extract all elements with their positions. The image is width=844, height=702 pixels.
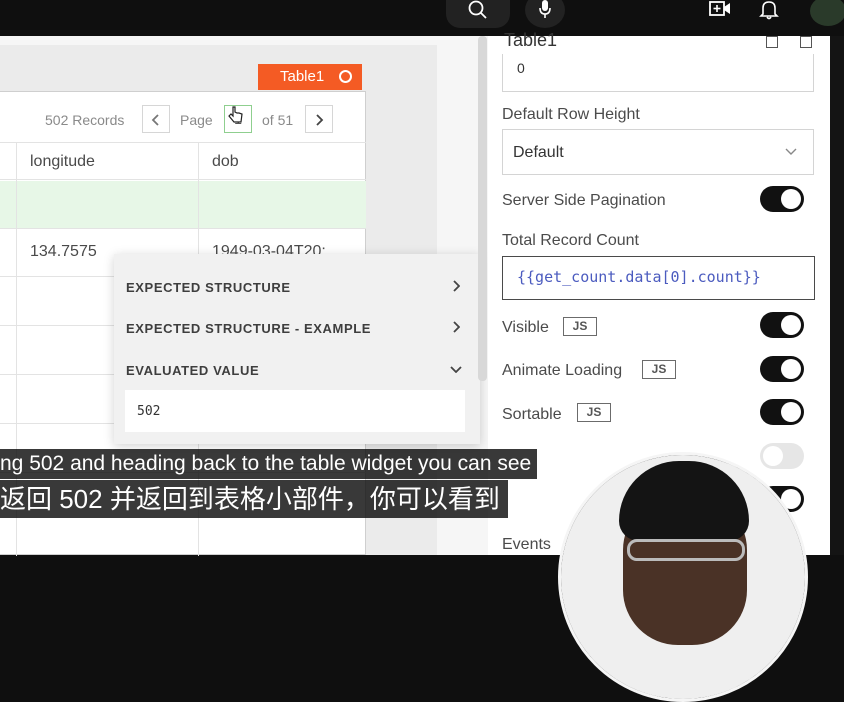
notifications-bell-icon[interactable] (759, 0, 779, 20)
toggle-knob (781, 402, 801, 422)
settings-icon[interactable] (339, 70, 352, 83)
total-pages-label: of 51 (262, 112, 294, 128)
table-row-selected[interactable] (0, 181, 366, 229)
video-top-bar (0, 0, 844, 36)
voice-search-button[interactable] (525, 0, 565, 28)
search-button[interactable] (446, 0, 510, 28)
presenter-webcam (558, 452, 808, 702)
toggle-knob (781, 189, 801, 209)
pointer-cursor-icon (228, 106, 243, 123)
prev-page-button[interactable] (142, 105, 170, 133)
next-page-button[interactable] (305, 105, 333, 133)
canvas-scrollbar[interactable] (478, 36, 487, 381)
chevron-right-icon[interactable] (452, 321, 460, 333)
animate-loading-label: Animate Loading (502, 362, 623, 379)
page-label: Page (180, 112, 213, 128)
server-side-pagination-toggle[interactable] (760, 186, 804, 212)
column-header-longitude[interactable]: longitude (30, 153, 95, 171)
evaluated-value-box: 502 (125, 390, 465, 432)
account-avatar[interactable] (810, 0, 844, 26)
select-value: Default (513, 144, 564, 161)
toggle-knob (781, 315, 801, 335)
property-input[interactable]: 0 (502, 54, 814, 92)
toggle-knob (781, 359, 801, 379)
chevron-down-icon[interactable] (450, 365, 462, 373)
js-toggle-badge[interactable]: JS (642, 360, 676, 379)
pane-title: Table1 (504, 30, 558, 50)
chevron-down-icon (785, 148, 797, 155)
animate-loading-toggle[interactable] (760, 356, 804, 382)
table-header-row: longitude dob (0, 142, 366, 180)
delete-icon[interactable] (800, 36, 812, 48)
sortable-toggle[interactable] (760, 399, 804, 425)
column-header-dob[interactable]: dob (212, 153, 239, 171)
js-toggle-badge[interactable]: JS (577, 403, 611, 422)
subtitle-chinese: 返回 502 并返回到表格小部件，你可以看到 (0, 480, 508, 518)
sortable-label: Sortable (502, 406, 562, 423)
evaluated-value-popup: EXPECTED STRUCTURE EXPECTED STRUCTURE - … (114, 254, 480, 444)
events-section-label: Events (502, 536, 551, 553)
evaluated-value-toggle[interactable]: EVALUATED VALUE (126, 363, 259, 378)
chevron-left-icon (151, 114, 159, 126)
create-video-icon[interactable] (709, 0, 731, 18)
expected-structure-toggle[interactable]: EXPECTED STRUCTURE (126, 280, 291, 295)
server-side-pagination-label: Server Side Pagination (502, 192, 666, 209)
chevron-right-icon[interactable] (452, 280, 460, 292)
table-pagination: 502 Records Page 1 of 51 (0, 92, 366, 142)
total-record-count-input[interactable]: {{get_count.data[0].count}} (502, 256, 815, 300)
total-record-count-label: Total Record Count (502, 232, 639, 249)
subtitle-english: ng 502 and heading back to the table wid… (0, 449, 538, 479)
chevron-right-icon (316, 114, 324, 126)
visible-toggle[interactable] (760, 312, 804, 338)
default-row-height-label: Default Row Height (502, 106, 640, 123)
search-icon (468, 0, 487, 19)
expected-structure-example-toggle[interactable]: EXPECTED STRUCTURE - EXAMPLE (126, 321, 371, 336)
window-edge (830, 36, 844, 555)
presenter-glasses (627, 539, 745, 561)
mic-icon (539, 0, 551, 18)
records-count: 502 Records (45, 112, 125, 128)
js-toggle-badge[interactable]: JS (563, 317, 597, 336)
table-widget-tag[interactable]: Table1 (258, 64, 362, 90)
table-tag-label: Table1 (280, 68, 325, 85)
cell-longitude: 134.7575 (30, 243, 97, 260)
copy-icon[interactable] (766, 36, 778, 48)
visible-label: Visible (502, 319, 549, 336)
default-row-height-select[interactable]: Default (502, 129, 814, 175)
